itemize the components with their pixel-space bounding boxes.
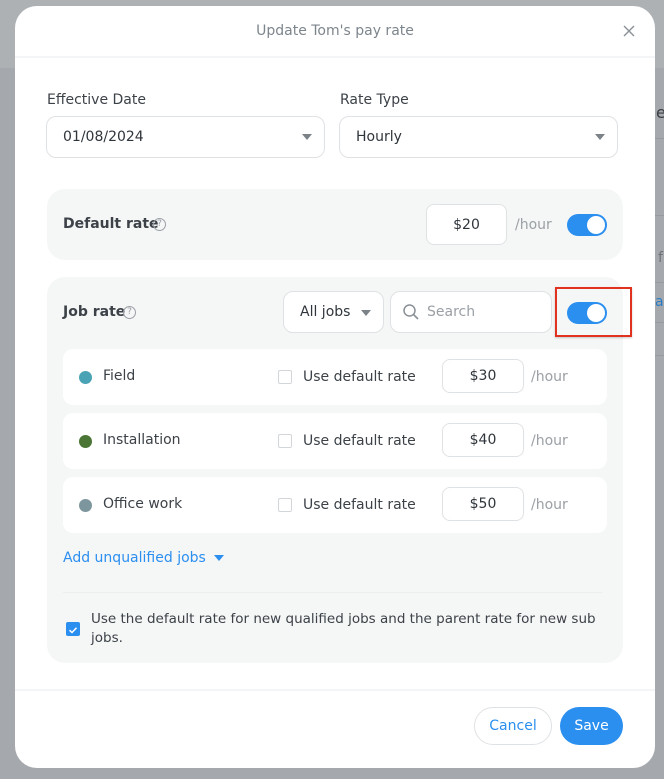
background-divider	[655, 282, 664, 283]
background-divider	[655, 215, 664, 216]
job-rate-input[interactable]: $40	[442, 423, 524, 457]
default-rate-unit: /hour	[515, 217, 552, 233]
job-row: Field Use default rate $30 /hour	[63, 349, 607, 405]
background-divider	[655, 355, 664, 356]
use-default-checkbox[interactable]	[278, 498, 292, 512]
divider	[63, 592, 603, 593]
background-page	[655, 68, 664, 779]
modal-header: Update Tom's pay rate	[15, 6, 655, 58]
background-text: e	[656, 103, 664, 122]
use-default-label: Use default rate	[303, 433, 416, 449]
background-divider	[655, 138, 664, 139]
rate-type-value: Hourly	[356, 129, 402, 145]
default-rate-toggle[interactable]	[567, 214, 607, 236]
job-row: Installation Use default rate $40 /hour	[63, 413, 607, 469]
job-search-input[interactable]: Search	[390, 291, 552, 333]
job-rate-unit: /hour	[531, 369, 568, 385]
modal-title: Update Tom's pay rate	[256, 23, 414, 39]
job-color-dot	[79, 499, 92, 512]
use-default-label: Use default rate	[303, 369, 416, 385]
background-text: f	[658, 250, 663, 266]
chevron-down-icon	[595, 134, 605, 140]
rate-type-select[interactable]: Hourly	[339, 116, 618, 158]
add-unqualified-jobs-label: Add unqualified jobs	[63, 550, 206, 566]
default-rate-input[interactable]: $20	[426, 204, 507, 245]
search-placeholder: Search	[427, 304, 476, 320]
help-icon[interactable]: ?	[123, 306, 136, 319]
effective-date-label: Effective Date	[47, 92, 146, 108]
job-name: Office work	[103, 496, 183, 512]
save-button[interactable]: Save	[560, 707, 623, 745]
job-filter-dropdown[interactable]: All jobs	[283, 291, 384, 333]
chevron-down-icon	[361, 310, 371, 316]
job-rate-panel	[47, 277, 623, 663]
job-rate-input[interactable]: $50	[442, 487, 524, 521]
toggle-knob	[587, 216, 605, 234]
job-filter-value: All jobs	[300, 304, 351, 320]
default-rate-new-jobs-label: Use the default rate for new qualified j…	[91, 611, 596, 646]
search-icon	[403, 304, 419, 320]
effective-date-value: 01/08/2024	[63, 129, 144, 145]
job-rate-unit: /hour	[531, 497, 568, 513]
job-row: Office work Use default rate $50 /hour	[63, 477, 607, 533]
use-default-checkbox[interactable]	[278, 370, 292, 384]
use-default-checkbox[interactable]	[278, 434, 292, 448]
use-default-label: Use default rate	[303, 497, 416, 513]
job-name: Field	[103, 368, 136, 384]
job-color-dot	[79, 435, 92, 448]
default-rate-new-jobs-checkbox[interactable]	[66, 622, 80, 636]
checkmark-icon	[68, 627, 78, 634]
background-link[interactable]: ay	[655, 294, 664, 310]
close-icon[interactable]	[621, 23, 637, 39]
job-rate-input[interactable]: $30	[442, 359, 524, 393]
job-rate-unit: /hour	[531, 433, 568, 449]
help-icon[interactable]: ?	[153, 218, 166, 231]
effective-date-select[interactable]: 01/08/2024	[46, 116, 325, 158]
default-rate-title: Default rate	[63, 216, 159, 232]
job-color-dot	[79, 371, 92, 384]
chevron-down-icon	[302, 134, 312, 140]
add-unqualified-jobs-link[interactable]: Add unqualified jobs	[63, 550, 224, 566]
job-rate-title: Job rate	[63, 304, 126, 320]
footer-divider	[15, 689, 655, 691]
background-divider	[655, 322, 664, 323]
highlight-annotation	[555, 287, 632, 337]
rate-type-label: Rate Type	[340, 92, 409, 108]
caret-down-icon	[213, 555, 224, 561]
cancel-button[interactable]: Cancel	[474, 707, 552, 745]
job-name: Installation	[103, 432, 181, 448]
